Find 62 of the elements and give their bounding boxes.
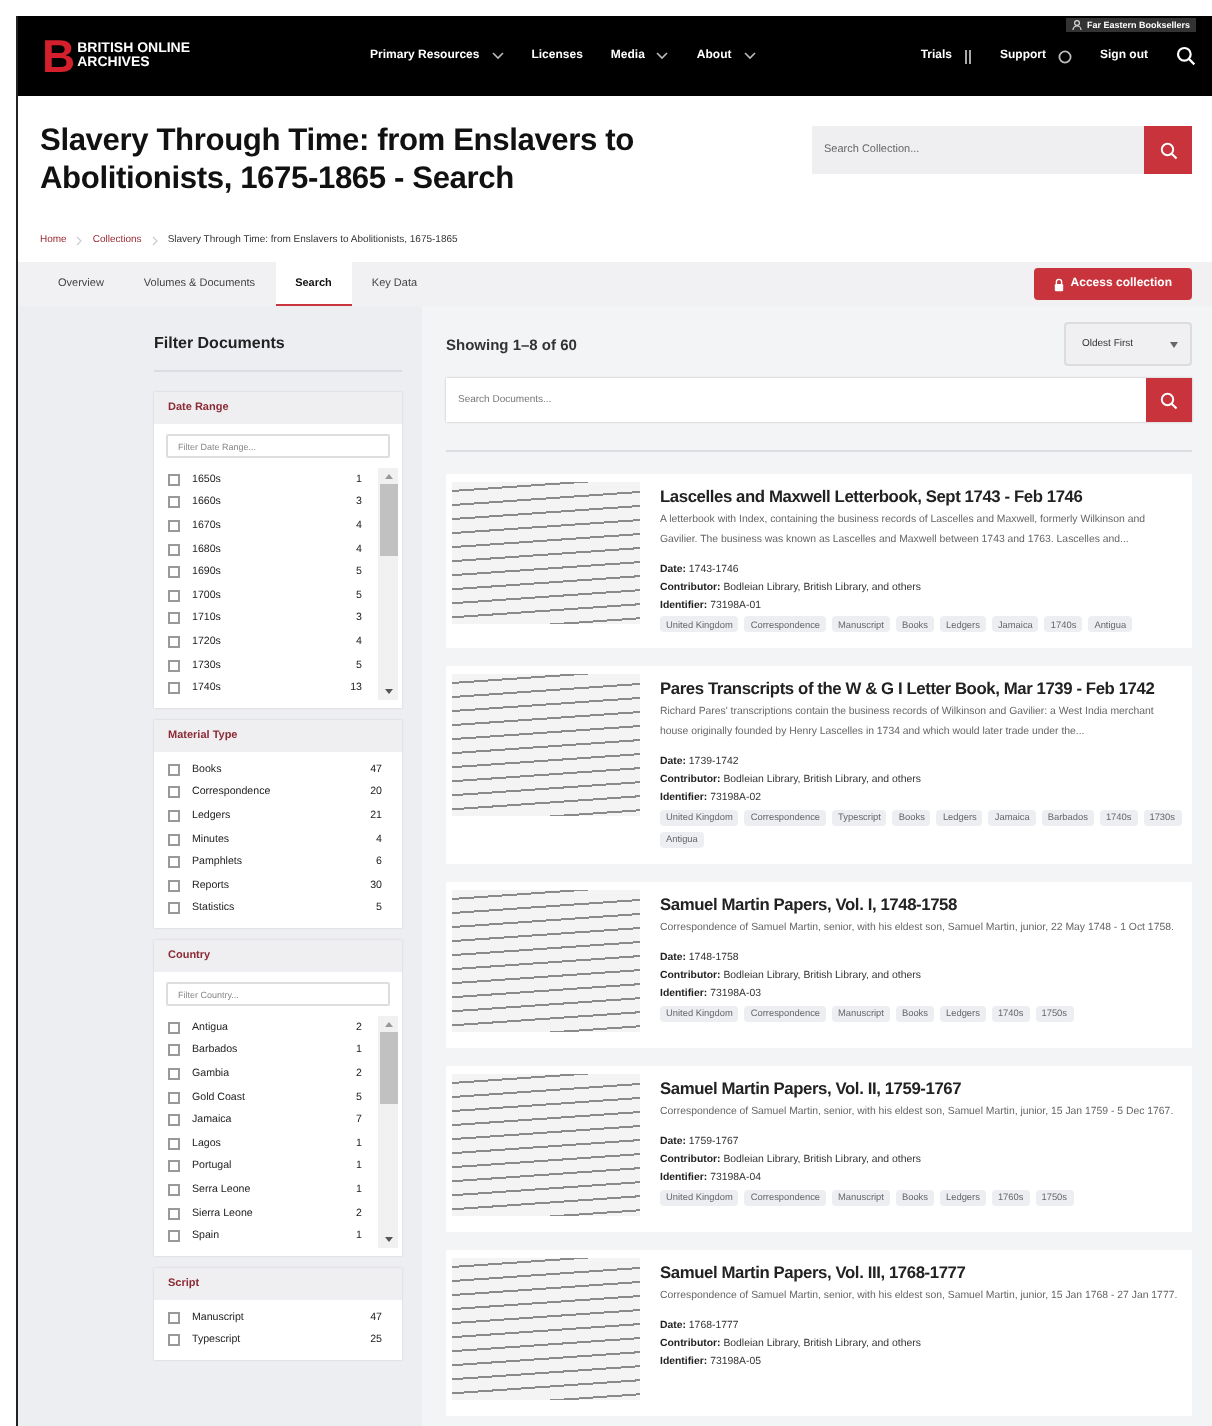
checkbox[interactable] <box>168 1334 180 1347</box>
search-icon <box>1176 46 1196 66</box>
checkbox[interactable] <box>168 1044 180 1057</box>
checkbox[interactable] <box>168 1068 180 1081</box>
arrow-down-icon[interactable] <box>383 687 393 696</box>
manuscript-thumbnail[interactable] <box>452 1257 640 1400</box>
logo-mark: B <box>42 33 76 79</box>
person-icon <box>1072 20 1083 30</box>
checkbox[interactable] <box>168 589 180 602</box>
checkbox[interactable] <box>168 856 180 869</box>
checkbox[interactable] <box>168 1091 180 1104</box>
checkbox[interactable] <box>168 682 180 695</box>
result-title[interactable]: Pares Transcripts of the W & G I Letter Book, Mar 1739 - Feb 1742 <box>660 678 1182 699</box>
arrow-up-icon[interactable] <box>383 472 393 480</box>
checkbox[interactable] <box>168 763 180 776</box>
manuscript-thumbnail[interactable] <box>452 482 640 624</box>
manuscript-thumbnail[interactable] <box>452 674 640 817</box>
scrollbar[interactable] <box>378 468 398 700</box>
checkbox[interactable] <box>168 1160 180 1173</box>
checkbox[interactable] <box>168 496 180 509</box>
manuscript-thumbnail[interactable] <box>452 889 640 1032</box>
checkbox[interactable] <box>168 833 180 846</box>
chevron-down-icon <box>656 52 669 60</box>
chevron-down-icon <box>491 52 504 60</box>
caret-icon <box>1170 341 1178 347</box>
checkbox[interactable] <box>168 879 180 892</box>
checkbox[interactable] <box>168 786 180 799</box>
scrollbar[interactable] <box>378 1016 398 1249</box>
search-button[interactable] <box>1176 46 1196 66</box>
chevron-down-icon <box>743 52 756 60</box>
result-title[interactable]: Lascelles and Maxwell Letterbook, Sept 1743 - Feb 1746 <box>660 486 1182 506</box>
chevron-right-icon <box>76 235 83 245</box>
checkbox[interactable] <box>168 635 180 648</box>
manuscript-thumbnail[interactable] <box>452 1073 640 1216</box>
lock-icon <box>1054 277 1065 291</box>
bars-icon <box>964 49 972 63</box>
checkbox[interactable] <box>168 519 180 532</box>
checkbox[interactable] <box>168 1207 180 1220</box>
checkbox[interactable] <box>168 566 180 579</box>
checkbox[interactable] <box>168 473 180 486</box>
checkbox[interactable] <box>168 612 180 625</box>
checkbox[interactable] <box>168 1114 180 1127</box>
result-title[interactable]: Samuel Martin Papers, Vol. III, 1768-1777 <box>660 1261 1182 1282</box>
result-title[interactable]: Samuel Martin Papers, Vol. I, 1748-1758 <box>660 893 1182 914</box>
checkbox[interactable] <box>168 809 180 822</box>
search-icon <box>1160 391 1178 409</box>
search-icon <box>1159 141 1177 159</box>
arrow-up-icon[interactable] <box>383 1020 393 1029</box>
checkbox[interactable] <box>168 1021 180 1034</box>
checkbox[interactable] <box>168 1230 180 1243</box>
checkbox[interactable] <box>168 1184 180 1197</box>
checkbox[interactable] <box>168 902 180 915</box>
filter-title: Filter Documents <box>154 322 402 372</box>
circle-icon <box>1058 49 1072 63</box>
chevron-right-icon <box>151 235 158 245</box>
checkbox[interactable] <box>168 543 180 556</box>
checkbox[interactable] <box>168 1137 180 1150</box>
page-title: Slavery Through Time: from Enslavers to Abolitionists, 1675-1865 - Search <box>40 122 636 198</box>
arrow-down-icon[interactable] <box>383 1236 393 1245</box>
result-title[interactable]: Samuel Martin Papers, Vol. II, 1759-1767 <box>660 1077 1182 1098</box>
checkbox[interactable] <box>168 1311 180 1324</box>
checkbox[interactable] <box>168 659 180 672</box>
